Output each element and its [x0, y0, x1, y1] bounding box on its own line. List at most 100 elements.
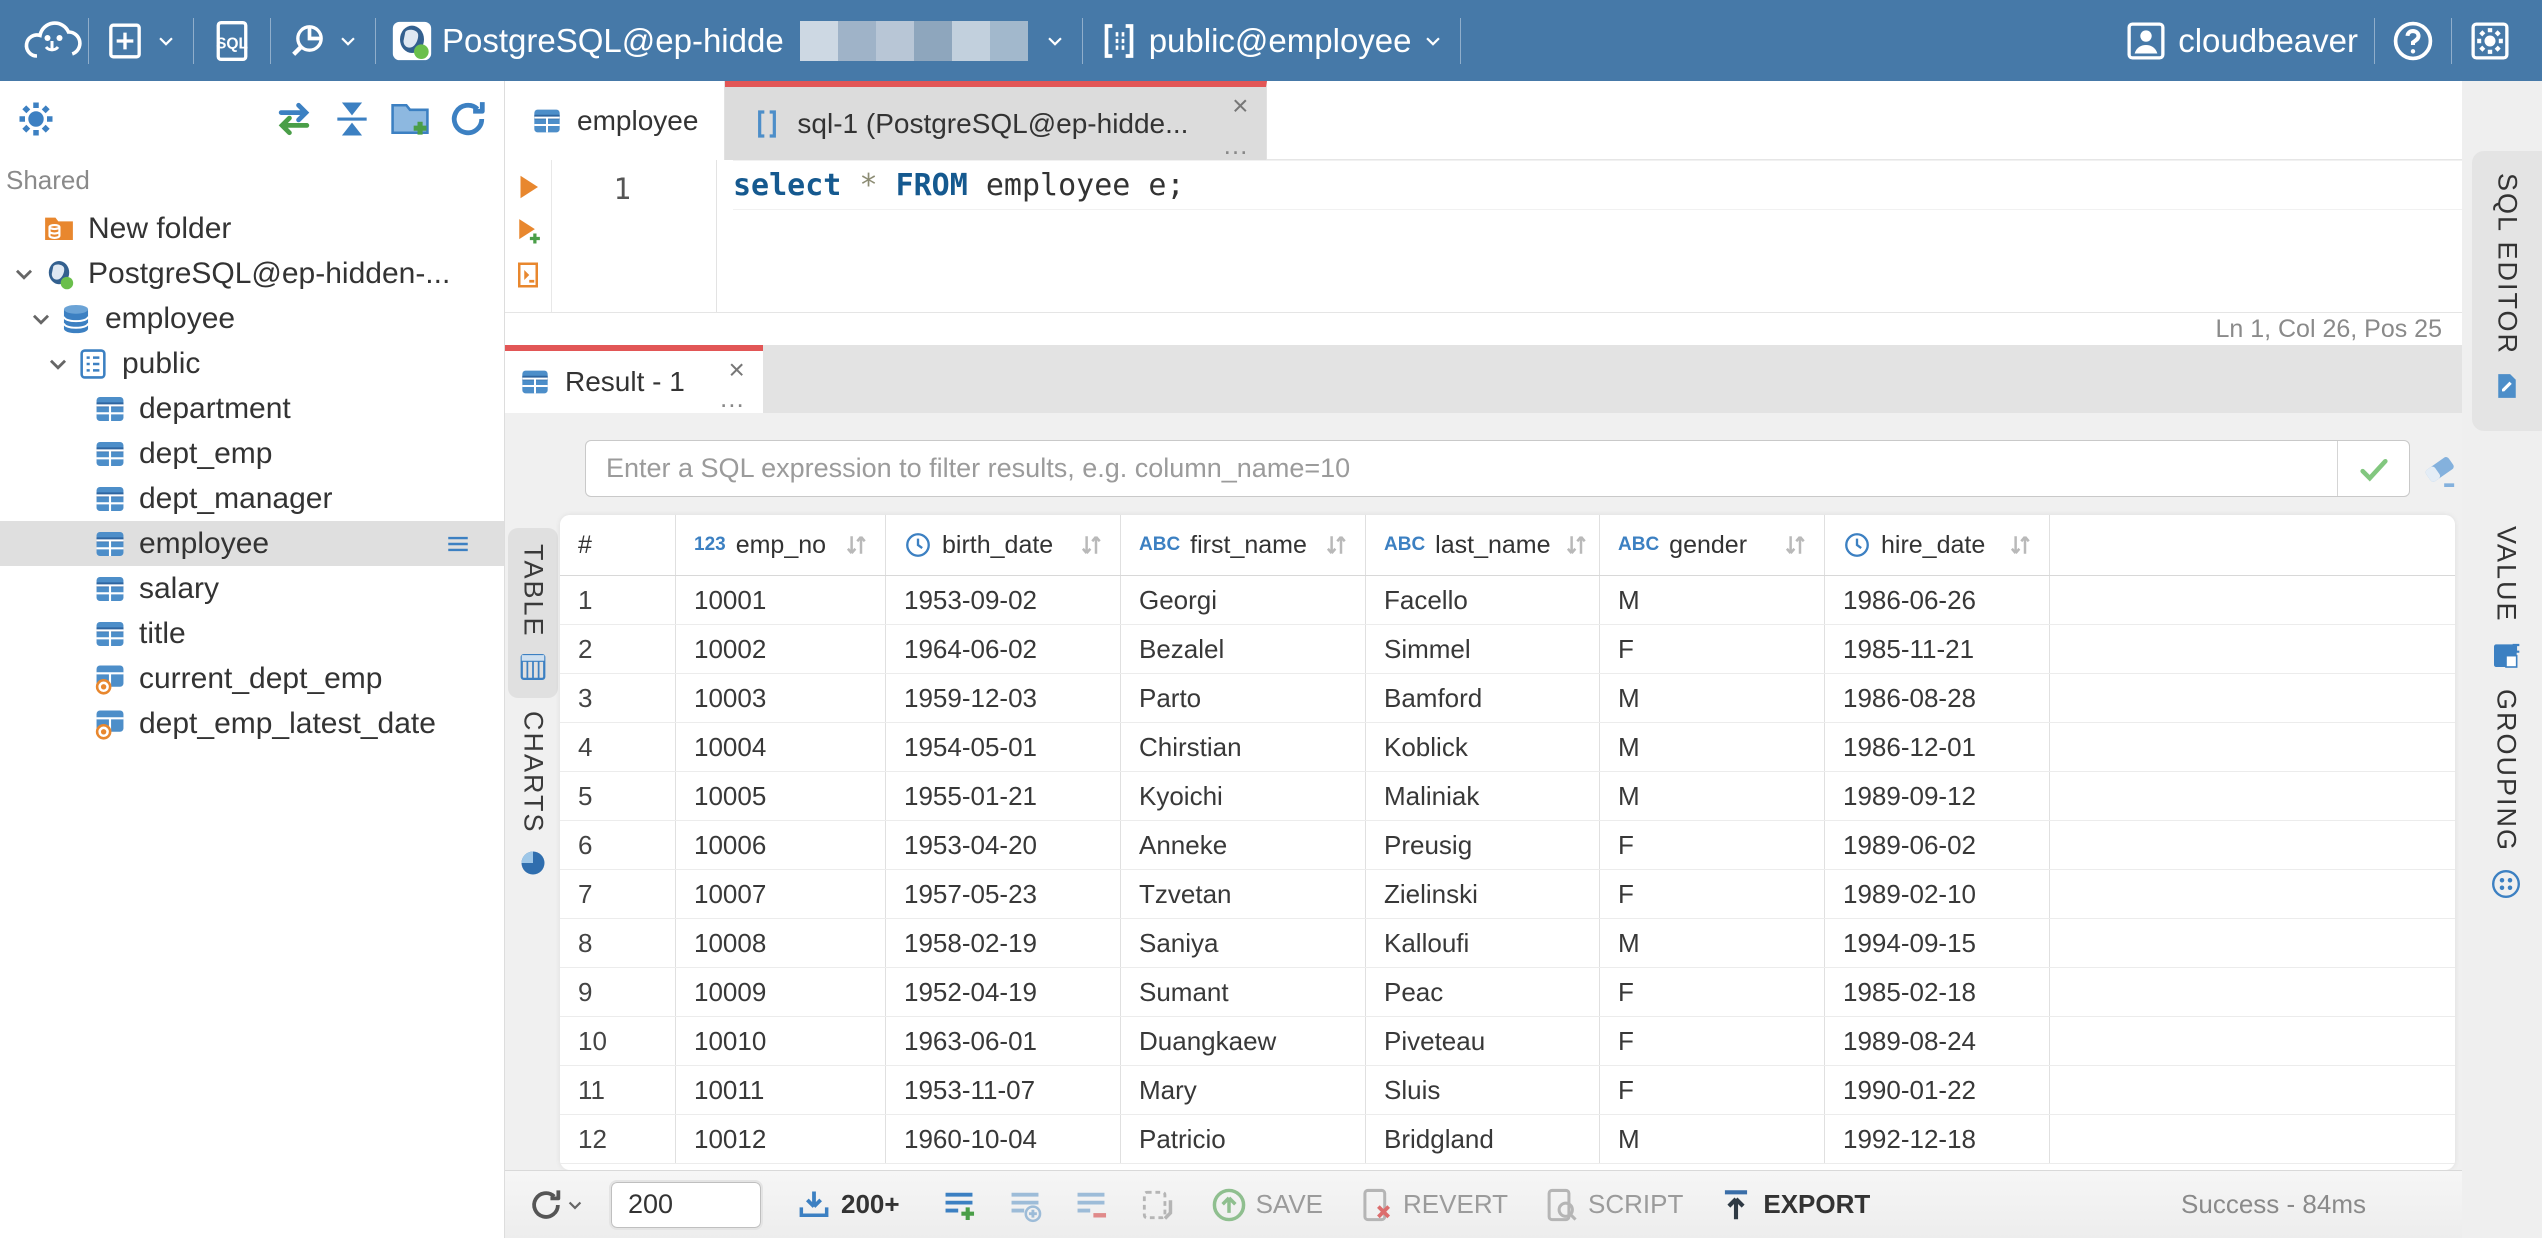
close-icon[interactable]: ×	[728, 353, 744, 387]
add-row-icon[interactable]	[940, 1186, 978, 1224]
data-cell[interactable]: Sumant	[1121, 968, 1366, 1016]
data-cell[interactable]: 1985-02-18	[1825, 968, 2050, 1016]
column-header-hire_date[interactable]: hire_date	[1825, 515, 2050, 575]
result-tab[interactable]: Result - 1 × …	[505, 345, 763, 413]
data-cell[interactable]: 1953-11-07	[886, 1066, 1121, 1114]
data-cell[interactable]: 1986-06-26	[1825, 576, 2050, 624]
export-button[interactable]: EXPORT	[1717, 1186, 1870, 1224]
data-cell[interactable]: Koblick	[1366, 723, 1600, 771]
data-cell[interactable]: Patricio	[1121, 1115, 1366, 1163]
data-cell[interactable]: F	[1600, 1066, 1825, 1114]
data-cell[interactable]: 10001	[676, 576, 886, 624]
help-button[interactable]	[2375, 0, 2451, 81]
chevron-down-icon[interactable]	[565, 1195, 585, 1215]
data-cell[interactable]: Georgi	[1121, 576, 1366, 624]
data-cell[interactable]: 1959-12-03	[886, 674, 1121, 722]
data-cell[interactable]: 1989-08-24	[1825, 1017, 2050, 1065]
tree-item-public[interactable]: public	[0, 341, 504, 386]
cloudbeaver-logo-icon[interactable]	[16, 13, 88, 69]
data-cell[interactable]: Sluis	[1366, 1066, 1600, 1114]
data-cell[interactable]: M	[1600, 576, 1825, 624]
tree-item-New folder[interactable]: New folder	[0, 206, 504, 251]
new-sql-editor-button[interactable]: SQL	[194, 0, 270, 81]
data-cell[interactable]: M	[1600, 772, 1825, 820]
editor-tab-sql-1 (PostgreSQL@ep-hidde...[interactable]: sql-1 (PostgreSQL@ep-hidde... ×…	[725, 81, 1268, 160]
tree-item-dept_emp[interactable]: dept_emp	[0, 431, 504, 476]
schema-selector[interactable]: public@employee	[1083, 0, 1460, 81]
column-header-rownum[interactable]: #	[560, 515, 676, 575]
chevron-down-icon[interactable]	[23, 304, 59, 334]
data-cell[interactable]: 10012	[676, 1115, 886, 1163]
clear-filter-eraser-icon[interactable]	[2420, 451, 2460, 491]
data-cell[interactable]: 1952-04-19	[886, 968, 1121, 1016]
data-cell[interactable]: 10006	[676, 821, 886, 869]
data-cell[interactable]: 1992-12-18	[1825, 1115, 2050, 1163]
navigator-settings-gear-icon[interactable]	[14, 97, 58, 141]
settings-button[interactable]	[2452, 0, 2528, 81]
value-side-tab[interactable]: VALUE	[2476, 526, 2536, 671]
row-number-cell[interactable]: 5	[560, 772, 676, 820]
tree-item-dept_manager[interactable]: dept_manager	[0, 476, 504, 521]
column-header-last_name[interactable]: ABC last_name	[1366, 515, 1600, 575]
tab-menu-dots-icon[interactable]: …	[1222, 132, 1248, 158]
tree-item-current_dept_emp[interactable]: current_dept_emp	[0, 656, 504, 701]
tree-item-employee[interactable]: employee	[0, 521, 504, 566]
refresh-result-icon[interactable]	[527, 1186, 565, 1224]
data-cell[interactable]: Peac	[1366, 968, 1600, 1016]
data-cell[interactable]: 1985-11-21	[1825, 625, 2050, 673]
data-cell[interactable]: 1953-09-02	[886, 576, 1121, 624]
data-cell[interactable]: 1960-10-04	[886, 1115, 1121, 1163]
data-cell[interactable]: Duangkaew	[1121, 1017, 1366, 1065]
tree-item-title[interactable]: title	[0, 611, 504, 656]
row-number-cell[interactable]: 9	[560, 968, 676, 1016]
data-cell[interactable]: M	[1600, 674, 1825, 722]
revert-button[interactable]: REVERT	[1357, 1186, 1508, 1224]
data-cell[interactable]: 10002	[676, 625, 886, 673]
sync-connection-icon[interactable]	[272, 97, 316, 141]
column-header-emp_no[interactable]: 123 emp_no	[676, 515, 886, 575]
data-cell[interactable]: Bamford	[1366, 674, 1600, 722]
data-cell[interactable]: 1994-09-15	[1825, 919, 2050, 967]
data-cell[interactable]: 1957-05-23	[886, 870, 1121, 918]
data-cell[interactable]: Kalloufi	[1366, 919, 1600, 967]
row-number-cell[interactable]: 3	[560, 674, 676, 722]
data-cell[interactable]: M	[1600, 723, 1825, 771]
data-cell[interactable]: F	[1600, 821, 1825, 869]
presentation-tab-table[interactable]: TABLE	[508, 528, 558, 698]
data-cell[interactable]: Mary	[1121, 1066, 1366, 1114]
data-cell[interactable]: F	[1600, 870, 1825, 918]
editor-code-area[interactable]: select * FROM employee e;	[733, 160, 2462, 312]
duplicate-row-icon[interactable]	[1006, 1186, 1044, 1224]
data-cell[interactable]: 1954-05-01	[886, 723, 1121, 771]
data-cell[interactable]: 10004	[676, 723, 886, 771]
data-cell[interactable]: 1964-06-02	[886, 625, 1121, 673]
row-number-cell[interactable]: 11	[560, 1066, 676, 1114]
delete-row-icon[interactable]	[1072, 1186, 1110, 1224]
tools-menu-button[interactable]	[271, 0, 375, 81]
tree-item-employee[interactable]: employee	[0, 296, 504, 341]
column-header-gender[interactable]: ABC gender	[1600, 515, 1825, 575]
data-cell[interactable]: F	[1600, 625, 1825, 673]
row-number-cell[interactable]: 10	[560, 1017, 676, 1065]
execute-new-tab-icon[interactable]	[513, 216, 543, 246]
new-folder-icon[interactable]	[388, 97, 432, 141]
row-number-cell[interactable]: 1	[560, 576, 676, 624]
data-cell[interactable]: 1986-08-28	[1825, 674, 2050, 722]
data-cell[interactable]: 10007	[676, 870, 886, 918]
row-limit-input[interactable]	[609, 1179, 763, 1230]
data-cell[interactable]: 1989-02-10	[1825, 870, 2050, 918]
tree-item-dept_emp_latest_date[interactable]: dept_emp_latest_date	[0, 701, 504, 746]
column-header-first_name[interactable]: ABC first_name	[1121, 515, 1366, 575]
fetch-more-button[interactable]: 200+	[795, 1186, 900, 1224]
data-cell[interactable]: Bridgland	[1366, 1115, 1600, 1163]
data-cell[interactable]: 10010	[676, 1017, 886, 1065]
data-cell[interactable]: Facello	[1366, 576, 1600, 624]
data-cell[interactable]: F	[1600, 1017, 1825, 1065]
data-cell[interactable]: Bezalel	[1121, 625, 1366, 673]
row-number-cell[interactable]: 12	[560, 1115, 676, 1163]
data-cell[interactable]: Simmel	[1366, 625, 1600, 673]
save-button[interactable]: SAVE	[1210, 1186, 1323, 1224]
execute-query-icon[interactable]	[513, 172, 543, 202]
data-cell[interactable]: Maliniak	[1366, 772, 1600, 820]
tree-item-PostgreSQL@ep-hidden-...[interactable]: PostgreSQL@ep-hidden-...	[0, 251, 504, 296]
